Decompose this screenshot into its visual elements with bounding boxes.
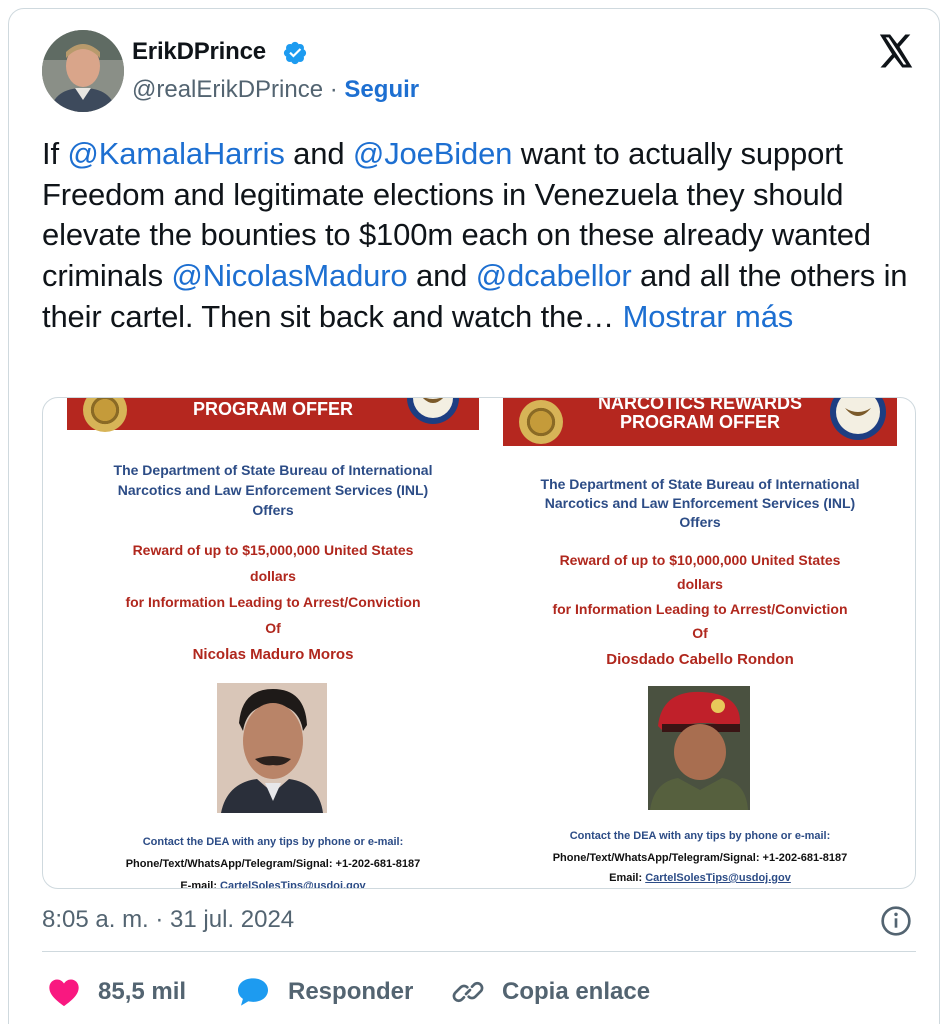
handle-row: @realErikDPrince · Seguir [132, 76, 419, 104]
speech-bubble-icon [238, 978, 268, 1006]
phone-line: Phone/Text/WhatsApp/Telegram/Signal: +1-… [552, 852, 848, 864]
reward-line: Reward of up to $15,000,000 United State… [132, 542, 414, 558]
reward-poster-cabello: NARCOTICS REWARDS PROGRAM OFFER The Depa… [503, 398, 897, 888]
divider [42, 951, 916, 952]
reward-poster-maduro: PROGRAM OFFER The Department of State Bu… [67, 398, 479, 889]
text-segment: and [284, 136, 353, 171]
mention-dcabellor[interactable]: @dcabellor [476, 258, 632, 293]
contact-line: Contact the DEA with any tips by phone o… [569, 830, 831, 842]
like-button[interactable]: 85,5 mil [48, 975, 186, 1009]
separator: · [329, 76, 338, 103]
media-image[interactable]: PROGRAM OFFER The Department of State Bu… [42, 397, 916, 889]
wanted-photo [217, 683, 327, 813]
email-line: E-mail: CartelSolesTips@usdoj.gov [67, 880, 479, 889]
avatar-photo [42, 30, 124, 112]
tweet-text: If @KamalaHarris and @JoeBiden want to a… [42, 134, 922, 338]
text-segment: and [407, 258, 476, 294]
link-icon [452, 981, 484, 1003]
reward-line: for Information Leading to Arrest/Convic… [552, 601, 848, 617]
x-logo-icon[interactable] [878, 34, 914, 68]
reward-line: for Information Leading to Arrest/Convic… [125, 594, 421, 610]
mention-nicolasmaduro[interactable]: @NicolasMaduro [171, 258, 407, 293]
email-link: CartelSolesTips@usdoj.gov [645, 872, 791, 884]
dept-line: The Department of State Bureau of Intern… [540, 476, 860, 492]
email-label: E-mail: [180, 880, 221, 889]
copy-link-label: Copia enlace [502, 978, 651, 1005]
phone-line: Phone/Text/WhatsApp/Telegram/Signal: +1-… [125, 858, 421, 870]
wanted-photo [648, 686, 750, 810]
reward-line: Of [265, 620, 281, 636]
mention-kamalaharris[interactable]: @KamalaHarris [67, 136, 284, 171]
reward-line: Reward of up to $10,000,000 United State… [559, 552, 841, 568]
reply-label: Responder [288, 978, 414, 1005]
offers-line: Offers [252, 502, 294, 518]
dea-badge-icon [519, 400, 563, 444]
wanted-name: Diosdado Cabello Rondon [606, 651, 794, 668]
show-more-link[interactable]: Mostrar más [623, 299, 794, 334]
email-link: CartelSolesTips@usdoj.gov [220, 880, 366, 889]
follow-button[interactable]: Seguir [344, 76, 419, 103]
banner-title: PROGRAM OFFER [193, 399, 353, 419]
handle[interactable]: @realErikDPrince [132, 76, 323, 103]
reward-line: dollars [677, 576, 723, 592]
offers-line: Offers [679, 514, 721, 530]
info-icon[interactable] [880, 905, 912, 937]
dept-line: Narcotics and Law Enforcement Services (… [117, 482, 429, 498]
display-name[interactable]: ErikDPrince [132, 38, 266, 66]
reply-button[interactable]: Responder [236, 975, 413, 1009]
heart-icon [49, 979, 79, 1007]
reward-line: dollars [250, 568, 296, 584]
mention-joebiden[interactable]: @JoeBiden [353, 136, 513, 171]
reward-line: Of [692, 625, 708, 641]
verified-badge-icon [283, 41, 307, 65]
email-line: Email: CartelSolesTips@usdoj.gov [503, 872, 897, 884]
wanted-name: Nicolas Maduro Moros [192, 646, 354, 663]
copy-link-button[interactable]: Copia enlace [452, 975, 650, 1009]
text-segment: If [42, 136, 68, 171]
email-label: Email: [609, 872, 646, 884]
dept-line: The Department of State Bureau of Intern… [113, 462, 433, 478]
dept-line: Narcotics and Law Enforcement Services (… [544, 495, 856, 511]
contact-line: Contact the DEA with any tips by phone o… [142, 836, 404, 848]
timestamp[interactable]: 8:05 a. m. · 31 jul. 2024 [42, 906, 294, 934]
like-count: 85,5 mil [98, 978, 187, 1005]
avatar[interactable] [42, 30, 124, 112]
